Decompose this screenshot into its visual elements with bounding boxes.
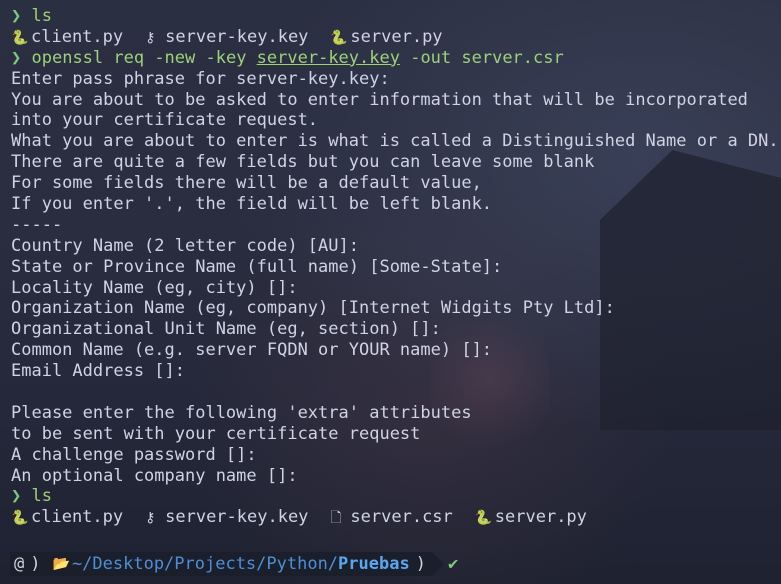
segment-arrow xyxy=(431,552,444,576)
output-line: If you enter '.', the field will be left… xyxy=(11,194,781,215)
output-line: Country Name (2 letter code) [AU]: xyxy=(11,236,781,257)
success-check-icon: ✔ xyxy=(447,554,459,574)
prompt-line: ❯ openssl req -new -key server-key.key -… xyxy=(11,48,781,69)
output-text: State or Province Name (full name) [Some… xyxy=(11,256,503,277)
output-text: You are about to be asked to enter infor… xyxy=(11,89,748,110)
output-line: Common Name (e.g. server FQDN or YOUR na… xyxy=(11,340,781,361)
output-line: into your certificate request. xyxy=(11,110,781,131)
segment-separator: ) xyxy=(30,554,41,574)
command-text: openssl req -new -key server-key.key -ou… xyxy=(31,47,564,68)
path-prefix: ~/Desktop/Projects/Python/ xyxy=(71,554,339,574)
output-text: into your certificate request. xyxy=(11,110,319,131)
output-line: Organizational Unit Name (eg, section) [… xyxy=(11,319,781,340)
prompt-symbol: ❯ xyxy=(11,47,22,68)
output-text: For some fields there will be a default … xyxy=(11,173,482,194)
output-text: Organization Name (eg, company) [Interne… xyxy=(11,298,615,319)
file-entry: ⚷ server-key.key xyxy=(145,27,308,47)
file-name: server.py xyxy=(350,26,443,47)
path-separator: ) xyxy=(415,554,426,574)
folder-icon: 📂 xyxy=(52,556,70,572)
file-name: server.py xyxy=(494,507,587,528)
file-entry: 🗋 server.csr xyxy=(330,507,452,527)
command-text: ls xyxy=(31,486,52,507)
output-text: Please enter the following 'extra' attri… xyxy=(11,402,472,423)
output-text: Email Address []: xyxy=(11,361,185,382)
output-line: A challenge password []: xyxy=(11,445,781,466)
output-text: A challenge password []: xyxy=(11,444,257,465)
output-line: An optional company name []: xyxy=(11,466,781,487)
output-line: ----- xyxy=(11,215,781,236)
output-text: Locality Name (eg, city) []: xyxy=(11,277,298,298)
file-entry: 🐍 client.py xyxy=(11,507,123,527)
output-line: State or Province Name (full name) [Some… xyxy=(11,257,781,278)
output-line: Enter pass phrase for server-key.key: xyxy=(11,69,781,90)
file-name: server.csr xyxy=(350,507,453,528)
output-line: There are quite a few fields but you can… xyxy=(11,152,781,173)
file-name: server-key.key xyxy=(165,507,309,528)
output-text: Country Name (2 letter code) [AU]: xyxy=(11,235,359,256)
path-segment: 📂 ~/Desktop/Projects/Python/Pruebas ) xyxy=(46,552,432,576)
terminal-output[interactable]: ❯ ls 🐍 client.py ⚷ server-key.key 🐍 server.py ❯… xyxy=(11,6,781,528)
output-text: If you enter '.', the field will be left… xyxy=(11,194,493,215)
output-text: There are quite a few fields but you can… xyxy=(11,152,595,173)
file-entry: 🐍 server.py xyxy=(475,507,587,527)
key-icon: ⚷ xyxy=(145,510,156,527)
prompt-statusbar: @ ) 📂 ~/Desktop/Projects/Python/Pruebas … xyxy=(10,552,510,576)
file-name: client.py xyxy=(31,26,124,47)
file-listing: 🐍 client.py ⚷ server-key.key 🐍 server.py xyxy=(11,27,781,48)
python-icon: 🐍 xyxy=(330,29,348,46)
output-line: to be sent with your certificate request xyxy=(11,424,781,445)
os-icon: @ xyxy=(14,554,25,574)
os-segment: @ ) xyxy=(10,552,47,576)
prompt-line: ❯ ls xyxy=(11,6,781,27)
command-text: ls xyxy=(31,6,52,26)
file-name: server-key.key xyxy=(165,26,309,47)
output-text: to be sent with your certificate request xyxy=(11,423,421,444)
prompt-line: ❯ ls xyxy=(11,486,781,507)
output-text: Common Name (e.g. server FQDN or YOUR na… xyxy=(11,340,493,361)
path-current: Pruebas xyxy=(338,554,410,574)
python-icon: 🐍 xyxy=(11,510,29,527)
output-line: Organization Name (eg, company) [Interne… xyxy=(11,298,781,319)
output-line: Please enter the following 'extra' attri… xyxy=(11,403,781,424)
python-icon: 🐍 xyxy=(11,29,29,46)
output-text: An optional company name []: xyxy=(11,465,298,486)
output-line: Locality Name (eg, city) []: xyxy=(11,278,781,299)
output-text: ----- xyxy=(11,214,63,235)
file-entry: 🐍 server.py xyxy=(330,27,442,47)
key-icon: ⚷ xyxy=(145,29,156,46)
file-entry: ⚷ server-key.key xyxy=(145,507,308,527)
python-icon: 🐍 xyxy=(474,510,493,527)
output-line: You are about to be asked to enter infor… xyxy=(11,90,781,111)
prompt-symbol: ❯ xyxy=(11,486,22,507)
output-line: Email Address []: xyxy=(11,361,781,382)
output-text: Enter pass phrase for server-key.key: xyxy=(11,68,390,89)
output-text: Organizational Unit Name (eg, section) [… xyxy=(11,319,441,340)
file-entry: 🐍 client.py xyxy=(11,27,123,47)
output-text: What you are about to enter is what is c… xyxy=(11,131,779,152)
prompt-symbol: ❯ xyxy=(11,6,22,26)
output-line: For some fields there will be a default … xyxy=(11,173,781,194)
output-line: What you are about to enter is what is c… xyxy=(11,131,781,152)
file-icon: 🗋 xyxy=(330,510,342,527)
file-name: client.py xyxy=(31,507,124,528)
file-listing: 🐍 client.py ⚷ server-key.key 🗋 server.csr 🐍 ser… xyxy=(11,507,781,528)
